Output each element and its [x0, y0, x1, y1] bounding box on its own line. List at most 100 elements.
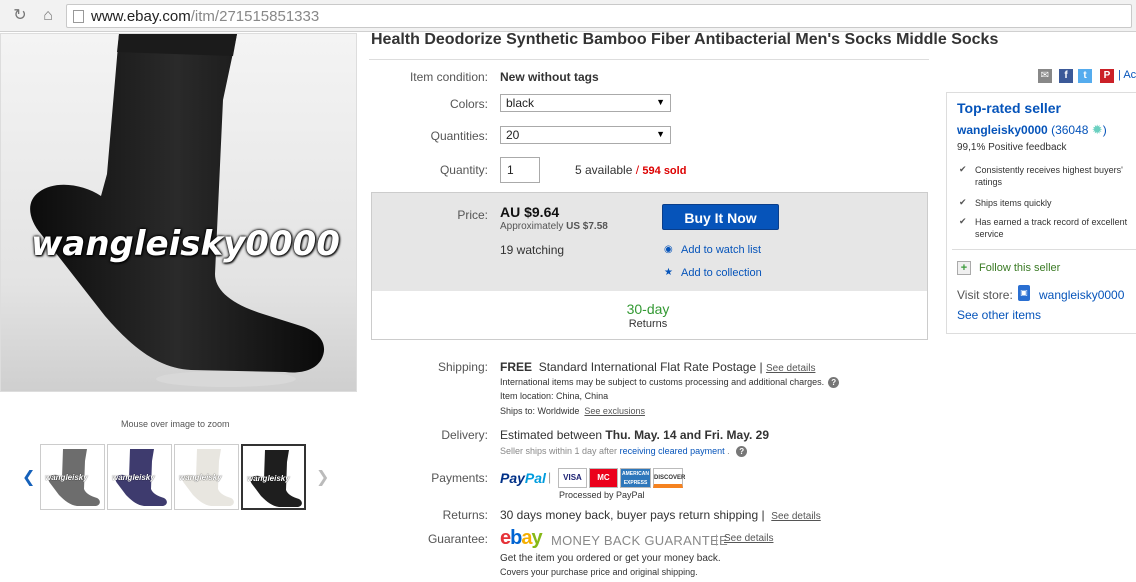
guarantee-see-details-link[interactable]: See details — [724, 533, 773, 544]
seller-name-text[interactable]: wangleisky0000 — [957, 123, 1048, 137]
plus-icon[interactable]: + — [957, 261, 971, 275]
thumbnail-3[interactable]: wangleisky — [174, 444, 239, 510]
condition-label: Item condition: — [409, 70, 488, 84]
reload-icon[interactable]: ↻ — [10, 6, 30, 26]
pinterest-share-icon[interactable]: P — [1100, 69, 1114, 83]
ebay-logo: ebay — [500, 527, 543, 549]
url-text: www.ebay.com/itm/271515851333 — [91, 8, 320, 25]
customs-note-text: International items may be subject to cu… — [500, 377, 825, 387]
quantity-label: Quantity: — [439, 163, 488, 177]
seller-score[interactable]: (36048 — [1051, 123, 1088, 137]
watching-count: 19 watching — [500, 243, 565, 257]
check-icon: ✔ — [959, 216, 967, 226]
item-location: Item location: China, China — [500, 391, 608, 401]
condition-value: New without tags — [500, 70, 599, 84]
help-icon[interactable]: ? — [736, 446, 748, 458]
sold-count[interactable]: 594 sold — [642, 165, 686, 177]
thumbnail-4[interactable]: wangleisky — [241, 444, 306, 510]
divider: | — [548, 470, 552, 484]
colors-label: Colors: — [449, 97, 488, 111]
add-to-link[interactable]: | Ac — [1118, 69, 1136, 81]
cleared-payment-link[interactable]: receiving cleared payment — [620, 446, 725, 456]
ships-to-label: Ships to: — [500, 406, 536, 416]
quantity-input[interactable]: 1 — [500, 157, 540, 183]
divider — [369, 59, 929, 60]
approx-value: US $7.58 — [566, 221, 608, 232]
money-back-guarantee-title: MONEY BACK GUARANTEE — [551, 533, 728, 548]
see-other-items-link[interactable]: See other items — [957, 308, 1041, 322]
ships-to-value: Worldwide — [537, 406, 580, 416]
dropdown-caret-icon: ▼ — [656, 97, 665, 107]
payments-label: Payments: — [431, 471, 488, 485]
mastercard-icon: MC — [589, 468, 618, 488]
guarantee-label: Guarantee: — [427, 532, 488, 546]
thumbnail-prev-arrow-icon[interactable]: ❮ — [22, 467, 35, 487]
returns-see-details-link[interactable]: See details — [771, 511, 820, 522]
item-title: Health Deodorize Synthetic Bamboo Fiber … — [371, 31, 999, 48]
add-to-collection-link[interactable]: Add to collection — [681, 267, 762, 279]
divider — [952, 249, 1136, 250]
item-location-value: China, China — [556, 391, 609, 401]
thumbnail-2[interactable]: wangleisky — [107, 444, 172, 510]
top-rated-seller-title: Top-rated seller — [957, 100, 1061, 116]
thumbnail-watermark: wangleisky — [179, 473, 222, 482]
address-bar[interactable]: www.ebay.com/itm/271515851333 — [66, 4, 1132, 28]
shipping-service: Standard International Flat Rate Postage — [538, 360, 757, 374]
ships-within-text: Seller ships within 1 day after — [500, 446, 618, 456]
thumbnail-next-arrow-icon[interactable]: ❯ — [316, 467, 329, 487]
visa-icon: VISA — [558, 468, 587, 488]
email-share-icon[interactable]: ✉ — [1038, 69, 1052, 83]
price-label: Price: — [457, 208, 488, 222]
add-to-watch-list-link[interactable]: Add to watch list — [681, 244, 761, 256]
seller-point-1: Consistently receives highest buyers' ra… — [975, 165, 1123, 187]
star-icon: ★ — [664, 267, 673, 278]
quantities-label: Quantities: — [430, 129, 488, 143]
store-icon[interactable]: ▣ — [1018, 285, 1030, 301]
home-icon[interactable]: ⌂ — [38, 6, 58, 26]
see-exclusions-link[interactable]: See exclusions — [584, 406, 645, 416]
availability: 5 available / 594 sold — [575, 163, 686, 177]
returns-days: 30-day — [626, 301, 670, 317]
returns-section-label: Returns: — [442, 508, 488, 522]
thumbnail-watermark: wangleisky — [112, 473, 155, 482]
quantities-select[interactable]: 20 ▼ — [500, 126, 671, 144]
returns-text: 30 days money back, buyer pays return sh… — [500, 508, 759, 522]
image-watermark: wangleisky0000 — [31, 224, 340, 264]
customs-note: International items may be subject to cu… — [500, 377, 840, 389]
delivery-prefix: Estimated between — [500, 428, 603, 442]
check-icon: ✔ — [959, 164, 967, 174]
colors-select[interactable]: black ▼ — [500, 94, 671, 112]
sock-image — [30, 34, 325, 387]
buy-it-now-button[interactable]: Buy It Now — [662, 204, 779, 230]
guarantee-line-1: Get the item you ordered or get your mon… — [500, 553, 721, 564]
facebook-share-icon[interactable]: f — [1059, 69, 1073, 83]
visit-store-label: Visit store: — [957, 288, 1013, 302]
divider: | — [715, 532, 719, 546]
colors-selected-value: black — [506, 96, 535, 110]
quantities-selected-value: 20 — [506, 128, 520, 142]
thumbnail-watermark: wangleisky — [247, 474, 290, 483]
returns-policy: 30 days money back, buyer pays return sh… — [500, 508, 821, 522]
twitter-share-icon[interactable]: t — [1078, 69, 1092, 83]
seller-name[interactable]: wangleisky0000 (36048 ✹) — [957, 122, 1107, 138]
store-name-link[interactable]: wangleisky0000 — [1039, 288, 1124, 302]
sold-separator: / — [635, 163, 640, 177]
eye-icon: ◉ — [664, 244, 673, 255]
browser-toolbar: ↻ ⌂ www.ebay.com/itm/271515851333 — [0, 0, 1136, 32]
main-product-image[interactable]: wangleisky0000 — [0, 33, 357, 392]
shipping-label: Shipping: — [437, 360, 488, 374]
follow-seller-link[interactable]: Follow this seller — [979, 262, 1060, 274]
delivery-label: Delivery: — [441, 428, 488, 442]
delivery-range: Thu. May. 14 and Fri. May. 29 — [605, 428, 770, 442]
returns-label: Returns — [628, 318, 668, 330]
help-icon[interactable]: ? — [828, 377, 840, 389]
available-count: 5 available — [575, 163, 633, 177]
shipping-see-details-link[interactable]: See details — [766, 363, 815, 374]
positive-feedback: 99,1% Positive feedback — [957, 142, 1067, 153]
paypal-logo: PayPal — [500, 470, 546, 486]
dropdown-caret-icon: ▼ — [656, 129, 665, 139]
amex-icon: AMERICAN EXPRESS — [620, 468, 651, 488]
shipping-line: FREE Standard International Flat Rate Po… — [500, 360, 816, 374]
thumbnail-1[interactable]: wangleisky — [40, 444, 105, 510]
ships-to: Ships to: Worldwide See exclusions — [500, 406, 645, 416]
